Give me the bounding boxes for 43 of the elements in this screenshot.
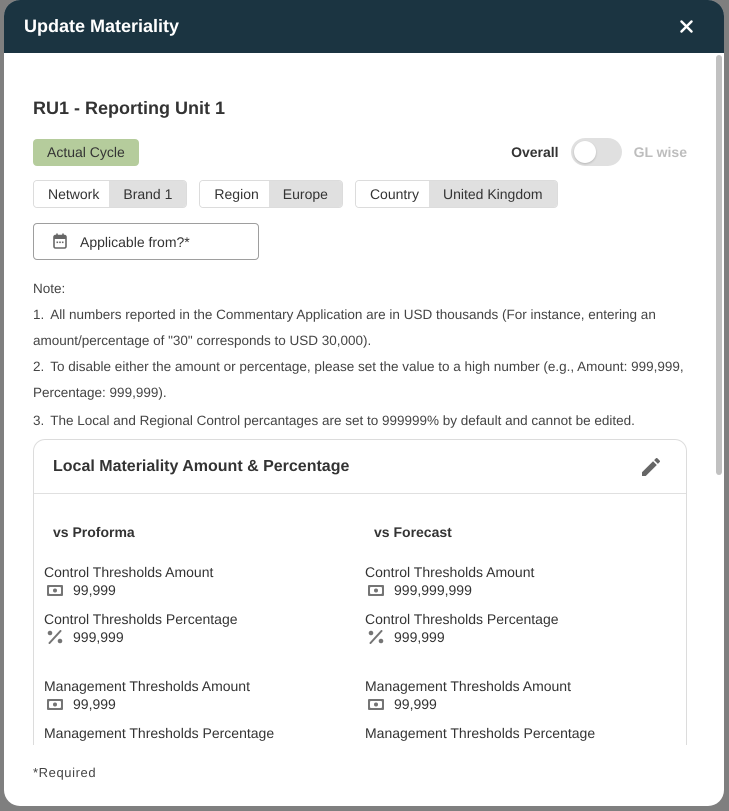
calendar-icon <box>53 233 67 249</box>
banknote-icon <box>47 698 63 710</box>
filter-label: Network <box>34 181 110 207</box>
scrollbar-thumb[interactable] <box>716 55 722 475</box>
card-title: Local Materiality Amount & Percentage <box>53 458 350 476</box>
note-item: 1. All numbers reported in the Commentary Application are in USD thousands (For instance, entering an amount/percentage of "30" corresponds to USD 30,000). <box>33 306 657 350</box>
date-field[interactable]: Applicable from?* <box>33 223 259 260</box>
column-heading: vs Proforma <box>53 523 135 541</box>
field-value: 99,999 <box>73 581 116 599</box>
banknote-icon <box>47 584 63 596</box>
dialog-title: Update Materiality <box>24 16 180 37</box>
required-note: *Required <box>33 764 96 782</box>
field-label: Control Thresholds Amount <box>365 563 534 581</box>
banknote-icon <box>368 584 384 596</box>
close-icon[interactable] <box>680 20 693 33</box>
field-label: Management Thresholds Amount <box>365 677 571 695</box>
field-value: 999,999 <box>73 628 124 646</box>
field-value: 999,999,999 <box>394 581 472 599</box>
pencil-icon[interactable] <box>642 458 660 476</box>
field-label: Control Thresholds Percentage <box>44 610 238 628</box>
field-value: 99,999 <box>73 695 116 713</box>
toggle-label: GL wise <box>634 144 687 160</box>
filter-value: Europe <box>268 181 342 207</box>
percent-icon <box>47 630 63 644</box>
field-label: Management Thresholds Percentage <box>365 724 596 742</box>
toggle-label: Overall <box>511 144 559 160</box>
note-heading: Note: <box>33 280 66 298</box>
field-label: Management Thresholds Percentage <box>44 724 274 742</box>
view-switch[interactable] <box>570 138 622 166</box>
percent-icon <box>368 630 384 644</box>
cycle-badge: Actual Cycle <box>33 138 139 166</box>
field-value: 99,999 <box>394 695 437 713</box>
field-label: Control Thresholds Amount <box>44 563 214 581</box>
filter-value: Brand 1 <box>109 181 186 207</box>
filter-value: United Kingdom <box>428 181 557 207</box>
banknote-icon <box>368 698 384 710</box>
field-value: 999,999 <box>394 628 445 646</box>
note-item: 3. The Local and Regional Control percantages are set to 999999% by default and cannot be edited. <box>33 412 636 430</box>
field-label: Control Thresholds Percentage <box>365 610 559 628</box>
column-heading: vs Forecast <box>374 523 452 541</box>
field-label: Management Thresholds Amount <box>44 677 250 695</box>
unit-title: RU1 - Reporting Unit 1 <box>33 97 225 120</box>
note-item: 2. To disable either the amount or percentage, please set the value to a high number (e.g., Amount: 999,999, Percentage: 999,999). <box>33 358 685 402</box>
